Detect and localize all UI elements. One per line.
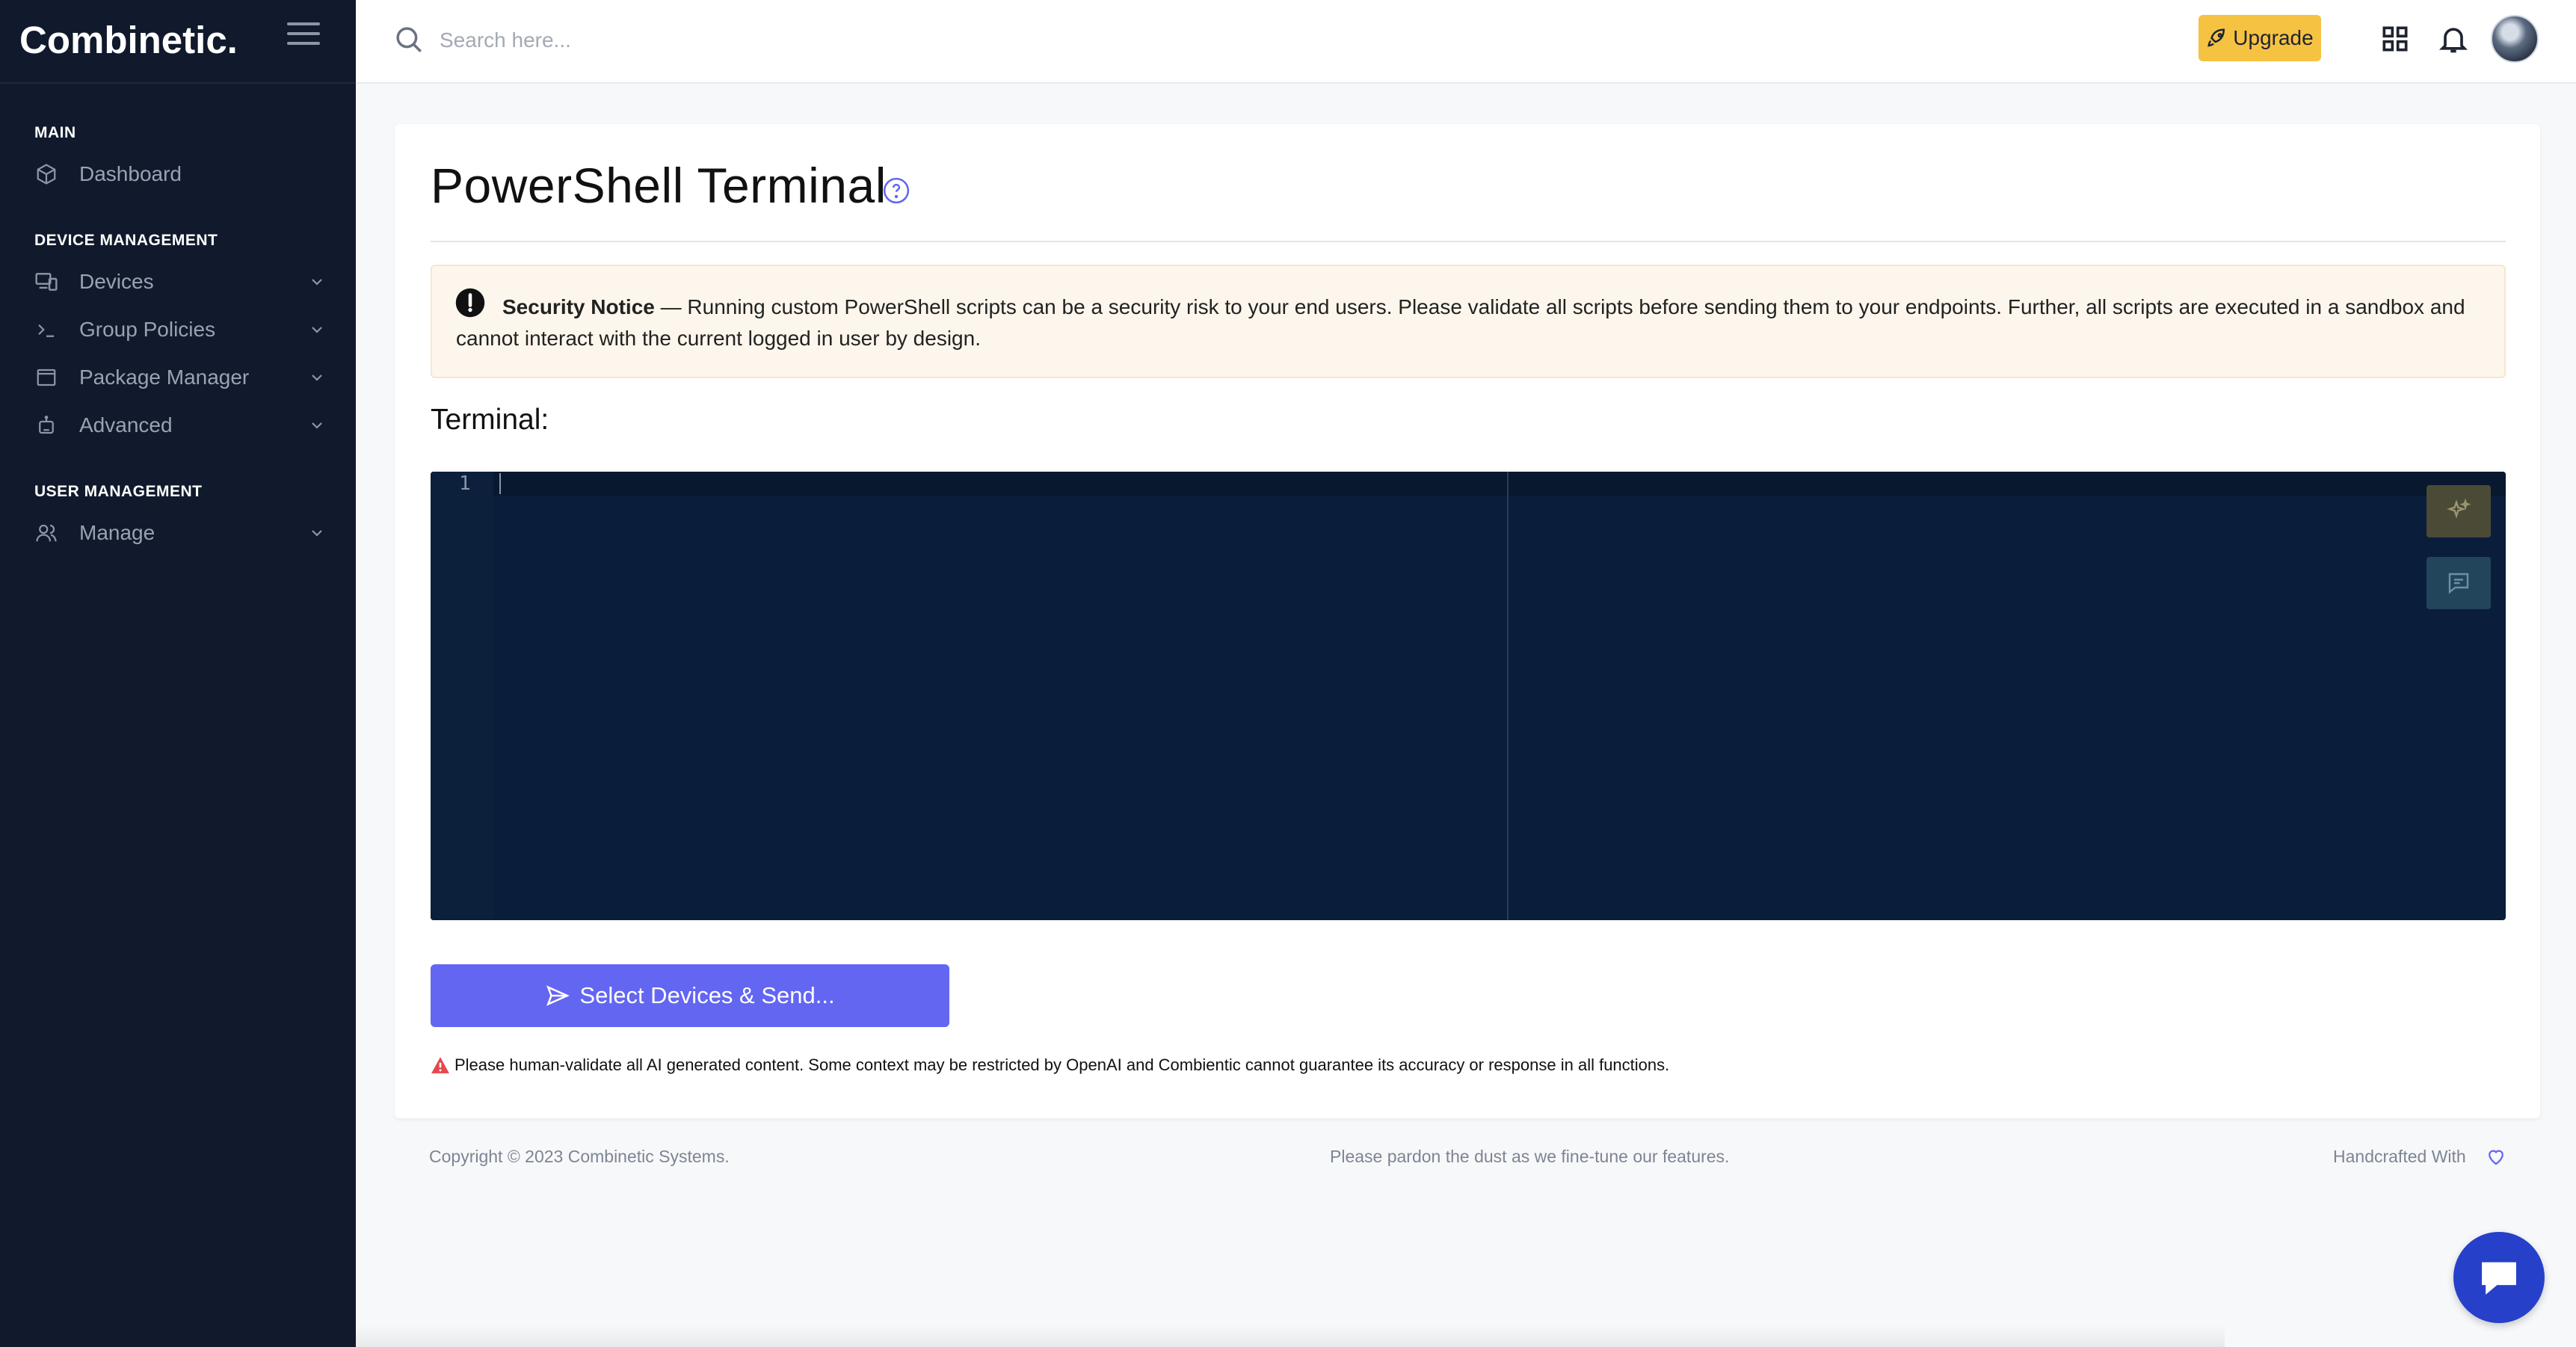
bell-icon[interactable]	[2437, 22, 2470, 55]
security-notice: Security Notice — Running custom PowerSh…	[431, 265, 2506, 378]
sidebar-item-group-policies[interactable]: Group Policies	[34, 312, 326, 348]
bottom-shadow	[356, 1325, 2225, 1347]
section-label-device-management: DEVICE MANAGEMENT	[34, 232, 218, 249]
code-editor[interactable]: 1	[431, 472, 2506, 920]
devices-icon	[34, 270, 58, 294]
send-button-label: Select Devices & Send...	[579, 982, 835, 1008]
sidebar-item-manage[interactable]: Manage	[34, 515, 326, 551]
main-card: PowerShell Terminal Security Notice — Ru…	[395, 124, 2540, 1118]
sidebar: Combinetic. MAIN Dashboard DEVICE MANAGE…	[0, 0, 356, 1347]
footer-center-text: Please pardon the dust as we fine-tune o…	[1330, 1147, 1730, 1166]
ai-warning-text: Please human-validate all AI generated c…	[455, 1055, 1670, 1074]
window-icon	[34, 366, 58, 389]
heart-icon	[2489, 1150, 2503, 1165]
warning-triangle-icon	[431, 1057, 449, 1073]
comment-icon	[2448, 573, 2469, 594]
upgrade-label: Upgrade	[2233, 26, 2314, 49]
select-devices-send-button[interactable]: Select Devices & Send...	[431, 964, 949, 1027]
brand-logo[interactable]: Combinetic.	[19, 10, 238, 70]
users-icon	[34, 521, 58, 545]
title-divider	[431, 241, 2506, 242]
chevron-down-icon	[312, 279, 322, 286]
section-label-user-management: USER MANAGEMENT	[34, 483, 203, 500]
editor-gutter	[431, 472, 493, 920]
sidebar-item-devices[interactable]: Devices	[34, 264, 326, 300]
apps-grid-icon[interactable]	[2379, 22, 2412, 55]
chevron-down-icon	[312, 374, 322, 381]
terminal-prompt-icon	[34, 318, 58, 342]
sidebar-item-label: Dashboard	[79, 162, 182, 185]
notice-text: Security Notice — Running custom PowerSh…	[456, 292, 2474, 354]
chevron-down-icon	[312, 530, 322, 537]
editor-ruler	[1507, 472, 1509, 920]
terminal-label: Terminal:	[431, 404, 549, 436]
sidebar-item-label: Manage	[79, 521, 155, 544]
sparkles-icon	[2447, 498, 2471, 519]
footer-handcrafted: Handcrafted With	[2333, 1147, 2466, 1166]
sidebar-item-label: Advanced	[79, 413, 173, 437]
editor-caret	[499, 473, 501, 494]
notice-body: — Running custom PowerShell scripts can …	[456, 295, 2465, 350]
page-title: PowerShell Terminal	[431, 158, 887, 213]
line-number: 1	[459, 472, 471, 495]
ai-chat-button[interactable]	[2426, 557, 2491, 609]
chevron-down-icon	[312, 327, 322, 333]
section-label-main: MAIN	[34, 124, 76, 141]
notice-bold: Security Notice	[502, 295, 655, 318]
search-input[interactable]	[438, 21, 964, 60]
sidebar-item-label: Package Manager	[79, 366, 250, 389]
search-icon[interactable]	[393, 24, 425, 55]
ai-generate-button[interactable]	[2426, 485, 2491, 537]
robot-icon	[34, 413, 58, 437]
sidebar-divider	[0, 82, 356, 84]
sidebar-item-package-manager[interactable]: Package Manager	[34, 360, 326, 395]
rocket-icon	[2207, 28, 2225, 47]
sidebar-item-label: Group Policies	[79, 318, 216, 341]
topbar: Upgrade	[356, 0, 2576, 84]
chat-widget-button[interactable]	[2453, 1232, 2545, 1323]
sidebar-item-label: Devices	[79, 270, 154, 293]
send-icon	[546, 985, 570, 1006]
sidebar-item-dashboard[interactable]: Dashboard	[34, 156, 326, 192]
ai-warning: Please human-validate all AI generated c…	[431, 1055, 1669, 1075]
current-line-highlight	[493, 472, 2506, 496]
avatar[interactable]	[2491, 15, 2539, 63]
cube-icon	[34, 162, 58, 186]
chat-bubble-icon	[2482, 1262, 2516, 1295]
help-icon[interactable]	[882, 176, 910, 205]
chevron-down-icon	[312, 422, 322, 429]
menu-toggle-icon[interactable]	[287, 22, 320, 52]
sidebar-item-advanced[interactable]: Advanced	[34, 407, 326, 443]
footer-copyright: Copyright © 2023 Combinetic Systems.	[429, 1147, 730, 1166]
upgrade-button[interactable]: Upgrade	[2198, 15, 2321, 61]
